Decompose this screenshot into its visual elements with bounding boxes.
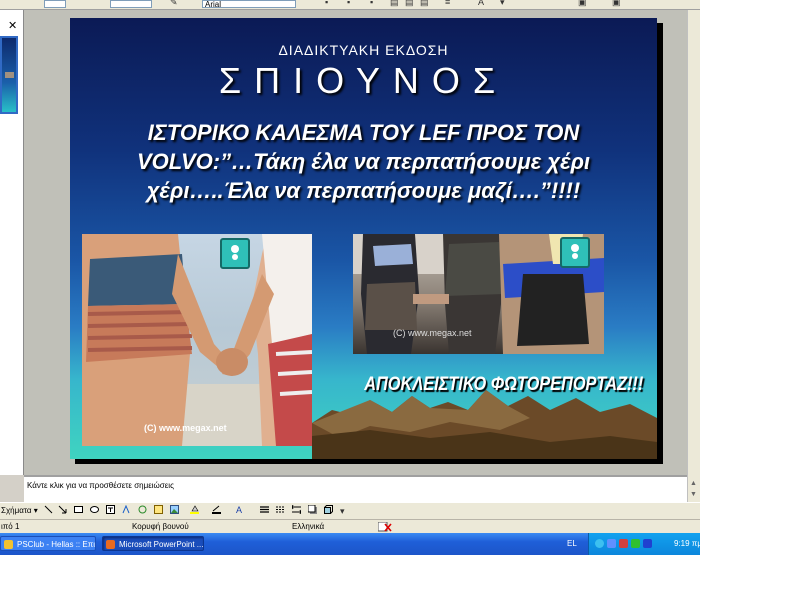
bullets-icon[interactable]: ≡ (445, 0, 450, 7)
tray-help-icon[interactable] (595, 539, 604, 548)
font-name-value: Arial (205, 0, 222, 9)
tray-monitor-icon[interactable] (643, 539, 652, 548)
underline-icon[interactable]: ▪ (370, 0, 373, 7)
headline-line-2: VOLVO:”…Τάκη έλα να περπατήσουμε χέρι (136, 149, 591, 174)
font-color-draw-icon[interactable]: A (236, 506, 242, 515)
align-left-icon[interactable]: ▤ (390, 0, 399, 7)
zoom-box[interactable] (110, 0, 152, 8)
input-language[interactable]: EL (567, 539, 577, 548)
new-slide-icon[interactable]: ▣ (612, 0, 621, 7)
wordart-icon[interactable] (122, 505, 131, 514)
arrow-style-icon[interactable] (292, 505, 301, 514)
textbox-icon[interactable] (106, 505, 115, 514)
rectangle-icon[interactable] (74, 505, 83, 514)
tray-antivirus-icon[interactable] (619, 539, 628, 548)
dash-style-icon[interactable] (276, 505, 285, 514)
toolbar-options-icon[interactable]: ▾ (340, 507, 345, 516)
notes-placeholder: Κάντε κλικ για να προσθέσετε σημειώσεις (27, 481, 174, 490)
close-pane-icon[interactable]: ✕ (8, 21, 17, 32)
slide-indicator: ιπό 1 (1, 522, 20, 531)
diagram-icon[interactable] (138, 505, 147, 514)
notes-pane[interactable]: Κάντε κλικ για να προσθέσετε σημειώσεις (24, 475, 687, 502)
taskbar-button-psclub[interactable]: PSClub - Hellas :: Επι... (0, 536, 96, 551)
3d-style-icon[interactable] (324, 505, 333, 514)
bold-icon[interactable]: ▪ (325, 0, 328, 7)
line-style-icon[interactable] (260, 505, 269, 514)
tray-media-icon[interactable] (631, 539, 640, 548)
decrease-font-icon[interactable]: ▾ (500, 0, 505, 7)
font-size-box[interactable] (44, 0, 66, 8)
scroll-up-icon[interactable]: ▲ (690, 480, 697, 487)
slide-headline: ΙΣΤΟΡΙΚΟ ΚΑΛΕΣΜΑ ΤΟΥ LEF ΠΡΟΣ ΤΟΝ VOLVO:… (70, 118, 657, 205)
align-right-icon[interactable]: ▤ (420, 0, 429, 7)
slide-subtitle: ΔΙΑΔΙΚΤΥΑΚΗ ΕΚΔΟΣΗ (278, 42, 449, 58)
taskbar-button-psclub-label: PSClub - Hellas :: Επι... (17, 540, 96, 549)
powerpoint-icon (106, 540, 115, 549)
format-painter-icon[interactable]: ✎ (170, 0, 178, 7)
taskbar-button-powerpoint-label: Microsoft PowerPoint ... (119, 540, 204, 549)
align-center-icon[interactable]: ▤ (405, 0, 414, 7)
photo-street-crowd[interactable]: (C) www.megax.net (353, 234, 604, 354)
formatting-toolbar: ✎ Arial ▪ ▪ ▪ ▤ ▤ ▤ ≡ A ▾ ▣ ▣ (0, 0, 700, 10)
slides-pane: ✕ (0, 10, 24, 475)
drawing-toolbar: Σχήματα ▾ A ▾ (0, 502, 700, 520)
exclusive-report-text: ΑΠΟΚΛΕΙΣΤΙΚΟ ΦΩΤΟΡΕΠΟΡΤΑΖ!!! (364, 374, 644, 395)
slide-canvas[interactable]: ΔΙΑΔΙΚΤΥΑΚΗ ΕΚΔΟΣΗ ΣΠΙΟΥΝΟΣ ΙΣΤΟΡΙΚΟ ΚΑΛ… (70, 18, 657, 459)
language-indicator: Ελληνικά (292, 522, 325, 531)
clipart-icon[interactable] (154, 505, 163, 514)
italic-icon[interactable]: ▪ (347, 0, 350, 7)
spelling-status-icon[interactable] (378, 522, 392, 532)
line-color-icon[interactable] (212, 505, 221, 514)
design-icon[interactable]: ▣ (578, 0, 587, 7)
design-template-name: Κορυφή βουνού (132, 522, 189, 531)
tray-network-icon[interactable] (607, 539, 616, 548)
system-tray: 9:19 πμ (588, 533, 700, 555)
fill-color-icon[interactable] (190, 505, 199, 514)
thumbnail-photo (5, 72, 14, 78)
vertical-scrollbar[interactable]: ▲ ▼ (687, 10, 700, 502)
slide-thumbnail[interactable] (0, 36, 18, 114)
autoshapes-menu[interactable]: Σχήματα ▾ (1, 506, 38, 515)
line-icon[interactable] (44, 505, 53, 514)
browser-icon (4, 540, 13, 549)
keyhole-logo-2 (560, 237, 590, 268)
autoshapes-label: Σχήματα (1, 506, 32, 515)
font-name-box[interactable]: Arial (202, 0, 296, 9)
status-bar: ιπό 1 Κορυφή βουνού Ελληνικά (0, 519, 700, 534)
shadow-style-icon[interactable] (308, 505, 317, 514)
picture-icon[interactable] (170, 505, 179, 514)
taskbar-clock[interactable]: 9:19 πμ (674, 539, 700, 548)
keyhole-logo (220, 238, 250, 269)
scroll-down-icon[interactable]: ▼ (690, 491, 697, 498)
headline-line-3: χέρι…..Έλα να περπατήσουμε μαζί….”!!!! (146, 178, 581, 203)
headline-line-1: ΙΣΤΟΡΙΚΟ ΚΑΛΕΣΜΑ ΤΟΥ LEF ΠΡΟΣ ΤΟΝ (147, 120, 580, 145)
taskbar-button-powerpoint[interactable]: Microsoft PowerPoint ... (102, 536, 204, 551)
powerpoint-window: ✎ Arial ▪ ▪ ▪ ▤ ▤ ▤ ≡ A ▾ ▣ ▣ ✕ ▲ ▼ ΔΙΑΔ… (0, 0, 700, 555)
photo1-illustration (82, 234, 312, 446)
photo-couple-holding-hands[interactable]: (C) www.megax.net (82, 234, 312, 446)
photo1-watermark: (C) www.megax.net (144, 423, 227, 433)
slide-title: ΣΠΙΟΥΝΟΣ (218, 60, 509, 101)
windows-taskbar: PSClub - Hellas :: Επι... Microsoft Powe… (0, 533, 700, 555)
arrow-icon[interactable] (58, 505, 67, 514)
oval-icon[interactable] (90, 505, 99, 514)
font-color-icon[interactable]: A (478, 0, 484, 7)
photo2-watermark: (C) www.megax.net (393, 328, 472, 338)
